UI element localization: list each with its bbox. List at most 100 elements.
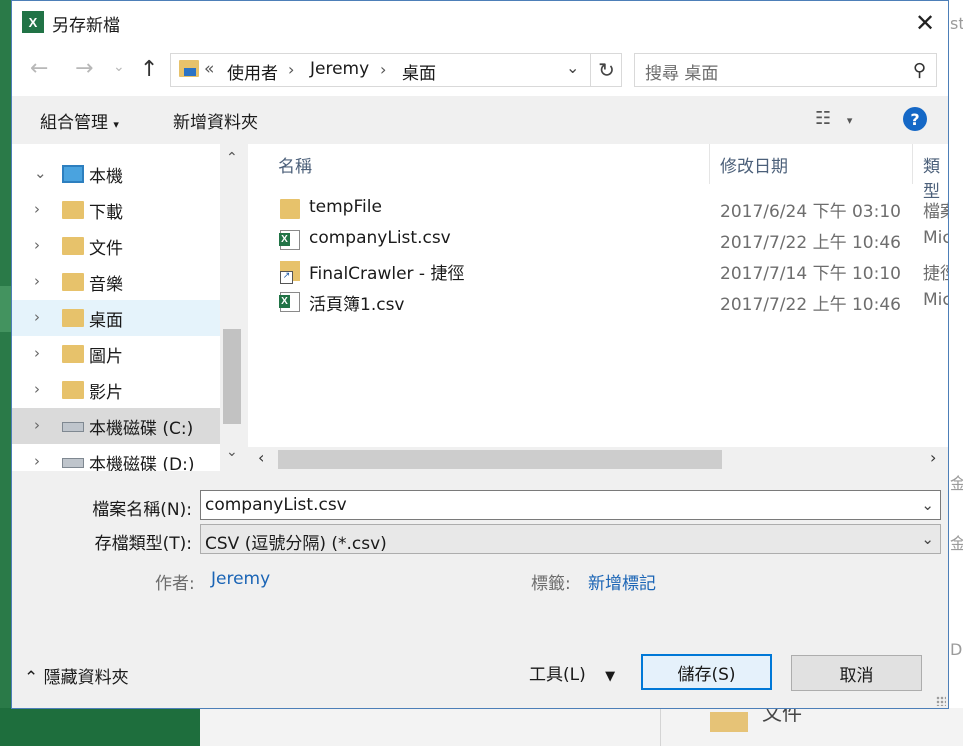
scroll-left-icon[interactable]: ‹ [258, 448, 264, 467]
chevron-down-icon[interactable]: ⌄ [34, 164, 47, 182]
chevron-right-icon[interactable]: › [34, 380, 40, 398]
sidebar-item-label: 文件 [89, 239, 123, 259]
breadcrumb-users[interactable]: 使用者 [227, 59, 278, 84]
column-header-name[interactable]: 名稱 [278, 152, 312, 177]
file-type: 捷徑 [923, 264, 948, 284]
file-row[interactable]: tempFile 2017/6/24 下午 03:10 檔案 [248, 193, 948, 224]
close-button[interactable]: ✕ [902, 1, 948, 44]
filename-value: companyList.csv [205, 495, 347, 515]
sidebar-item-drive-d[interactable]: › 本機磁碟 (D:) [12, 444, 220, 471]
organize-menu[interactable]: 組合管理 ▾ [40, 108, 119, 133]
sidebar-item-documents[interactable]: › 文件 [12, 228, 220, 264]
documents-folder-icon [62, 237, 84, 255]
scrollbar-thumb[interactable] [223, 329, 241, 424]
sidebar-item-label: 圖片 [89, 347, 123, 367]
background-text: 金 [950, 474, 963, 493]
sidebar-item-pictures[interactable]: › 圖片 [12, 336, 220, 372]
desktop-folder-icon [62, 309, 84, 327]
column-divider[interactable] [709, 144, 710, 184]
filename-input[interactable]: companyList.csv ⌄ [200, 490, 941, 520]
search-placeholder: 搜尋 桌面 [645, 64, 719, 84]
author-field[interactable]: Jeremy [211, 569, 270, 589]
breadcrumb-jeremy[interactable]: Jeremy [310, 59, 369, 79]
file-list-scrollbar[interactable]: ‹ › [248, 447, 948, 471]
address-dropdown-icon[interactable]: ⌄ [566, 58, 579, 77]
help-button[interactable]: ? [903, 107, 927, 131]
scroll-right-icon[interactable]: › [930, 448, 936, 467]
sidebar-item-label: 桌面 [89, 311, 123, 331]
chevron-right-icon[interactable]: › [34, 200, 40, 218]
csv-file-icon [279, 230, 300, 250]
file-date: 2017/7/22 上午 10:46 [720, 295, 901, 315]
file-type: Mic [923, 290, 948, 310]
forward-button[interactable]: → [75, 56, 93, 81]
music-folder-icon [62, 273, 84, 291]
breadcrumb-desktop[interactable]: 桌面 [402, 59, 436, 84]
chevron-right-icon[interactable]: › [34, 308, 40, 326]
sidebar-item-this-pc[interactable]: ⌄ 本機 [12, 156, 220, 192]
sidebar-item-label: 影片 [89, 383, 123, 403]
background-folder-icon [710, 712, 748, 732]
chevron-right-icon[interactable]: › [34, 416, 40, 434]
chevron-right-icon[interactable]: › [34, 344, 40, 362]
drive-d-icon [62, 458, 84, 468]
sidebar-item-videos[interactable]: › 影片 [12, 372, 220, 408]
search-input[interactable]: 搜尋 桌面 ⚲ [634, 53, 937, 87]
hide-folders-button[interactable]: ⌃ 隱藏資料夾 [24, 663, 129, 688]
scroll-down-icon[interactable]: ⌄ [226, 444, 238, 460]
sidebar-item-drive-c[interactable]: › 本機磁碟 (C:) [12, 408, 220, 444]
breadcrumb-separator-icon[interactable]: › [288, 60, 294, 79]
chevron-down-icon[interactable]: ⌄ [921, 530, 934, 548]
file-row[interactable]: companyList.csv 2017/7/22 上午 10:46 Mic [248, 224, 948, 255]
filetype-select[interactable]: CSV (逗號分隔) (*.csv) ⌄ [200, 524, 941, 554]
resize-grip[interactable] [936, 696, 946, 706]
file-date: 2017/7/14 下午 10:10 [720, 264, 901, 284]
dialog-title: 另存新檔 [52, 16, 120, 36]
back-arrow-icon: ← [30, 56, 49, 81]
chevron-down-icon[interactable]: ⌄ [921, 496, 934, 514]
file-row[interactable]: 活頁簿1.csv 2017/7/22 上午 10:46 Mic [248, 286, 948, 317]
chevron-right-icon[interactable]: › [34, 272, 40, 290]
sidebar-item-desktop[interactable]: › 桌面 [12, 300, 220, 336]
filetype-label: 存檔類型(T): [94, 534, 192, 554]
refresh-button[interactable]: ↻ [590, 54, 622, 86]
column-header-date[interactable]: 修改日期 [720, 152, 788, 177]
tools-menu[interactable]: 工具(L) ▼ [529, 660, 615, 685]
file-name: companyList.csv [309, 228, 451, 248]
filetype-value: CSV (逗號分隔) (*.csv) [205, 534, 387, 554]
scrollbar-thumb[interactable] [278, 450, 722, 469]
file-row[interactable]: FinalCrawler - 捷徑 2017/7/14 下午 10:10 捷徑 [248, 255, 948, 286]
folder-icon [280, 199, 300, 219]
up-arrow-icon: ↑ [140, 57, 159, 82]
breadcrumb-overflow[interactable]: « [204, 59, 214, 79]
breadcrumb-separator-icon[interactable]: › [380, 60, 386, 79]
sidebar-item-label: 下載 [89, 203, 123, 223]
sidebar-item-downloads[interactable]: › 下載 [12, 192, 220, 228]
caret-down-icon: ▼ [605, 669, 616, 684]
sidebar-item-music[interactable]: › 音樂 [12, 264, 220, 300]
address-bar[interactable]: « 使用者 › Jeremy › 桌面 ⌄ ↻ [170, 53, 622, 87]
recent-locations-button[interactable]: ⌄ [113, 59, 125, 75]
cancel-button[interactable]: 取消 [791, 655, 922, 691]
change-view-button[interactable]: ☷ ▾ [815, 108, 852, 129]
save-as-dialog: X 另存新檔 ✕ ← → ⌄ ↑ « 使用者 › Jeremy › 桌面 ⌄ ↻… [11, 0, 949, 709]
chevron-right-icon[interactable]: › [34, 452, 40, 470]
save-button[interactable]: 儲存(S) [641, 654, 772, 690]
navigation-pane-scrollbar[interactable]: ⌃ ⌄ [220, 144, 244, 471]
navigation-bar: ← → ⌄ ↑ « 使用者 › Jeremy › 桌面 ⌄ ↻ 搜尋 桌面 ⚲ [12, 44, 948, 96]
back-button[interactable]: ← [30, 56, 48, 81]
sort-ascending-icon: ⌃ [482, 144, 494, 154]
new-folder-button[interactable]: 新增資料夾 [173, 108, 258, 133]
tags-field[interactable]: 新增標記 [588, 569, 656, 594]
file-name: tempFile [309, 197, 382, 217]
sidebar-item-label: 本機 [89, 167, 123, 187]
chevron-right-icon[interactable]: › [34, 236, 40, 254]
title-bar: X 另存新檔 ✕ [12, 1, 948, 44]
excel-icon: X [22, 11, 44, 33]
tools-label: 工具(L) [529, 665, 586, 685]
up-button[interactable]: ↑ [140, 57, 158, 82]
column-divider[interactable] [912, 144, 913, 184]
computer-icon [62, 165, 84, 183]
scroll-up-icon[interactable]: ⌃ [226, 150, 238, 166]
tags-label: 標籤: [531, 574, 571, 594]
